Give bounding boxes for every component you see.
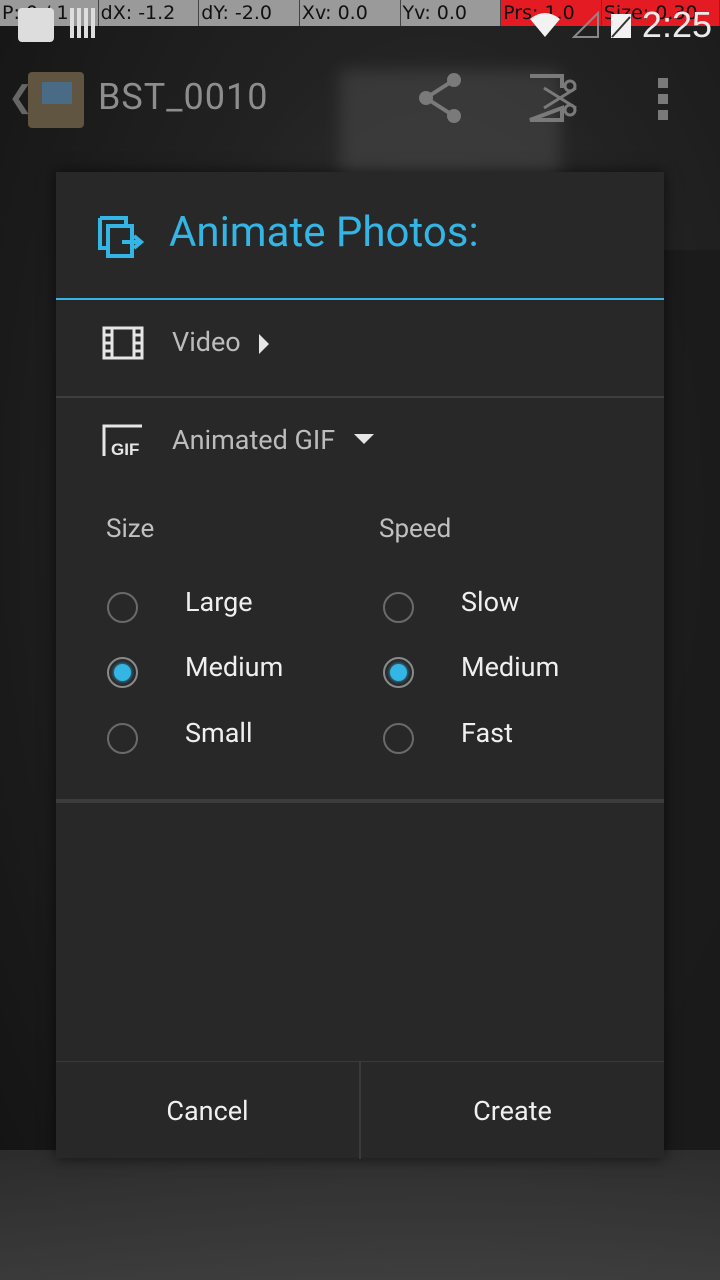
animated-gif-option[interactable]: GIF Animated GIF: [56, 398, 664, 488]
expand-right-icon: [259, 334, 269, 354]
notification-app-icon: [18, 8, 54, 42]
speed-option-label: Fast: [461, 717, 513, 749]
expand-down-icon: [354, 434, 374, 444]
video-label: Video: [172, 326, 241, 358]
animated-gif-label: Animated GIF: [172, 424, 336, 456]
size-option-label: Large: [185, 586, 253, 618]
wifi-icon: [529, 13, 560, 37]
status-time: 2:25: [641, 4, 712, 45]
svg-text:GIF: GIF: [111, 440, 139, 458]
dialog-title: Animate Photos:: [169, 208, 479, 257]
signal-icon: [571, 11, 599, 38]
cancel-button[interactable]: Cancel: [56, 1062, 359, 1159]
size-heading: Size: [106, 514, 155, 544]
status-bar-right: 2:25: [528, 2, 712, 48]
debug-xv: Xv: 0.0: [300, 0, 401, 26]
share-icon[interactable]: [416, 72, 464, 124]
speed-heading: Speed: [379, 514, 452, 544]
overflow-menu-icon[interactable]: [656, 76, 670, 122]
action-bar-title: BST_0010: [98, 76, 269, 118]
dialog-button-bar: Cancel Create: [56, 1061, 664, 1159]
size-option-label: Small: [185, 717, 253, 749]
notification-icons: [18, 8, 96, 42]
radio-button[interactable]: [107, 723, 138, 754]
trim-icon[interactable]: [526, 72, 580, 124]
dialog-header: Animate Photos:: [56, 172, 664, 300]
radio-button[interactable]: [107, 592, 138, 623]
app-logo-icon[interactable]: [28, 72, 84, 128]
radio-button[interactable]: [383, 723, 414, 754]
radio-button-selected[interactable]: [107, 657, 138, 688]
debug-dy: dY: -2.0: [199, 0, 300, 26]
action-bar: ❮ BST_0010: [0, 50, 720, 146]
create-button[interactable]: Create: [359, 1062, 664, 1159]
gif-icon: GIF: [102, 424, 142, 458]
radio-button[interactable]: [383, 592, 414, 623]
video-option[interactable]: Video: [56, 300, 664, 398]
film-icon: [102, 326, 144, 360]
animate-photos-dialog: Animate Photos: Video GIF Animated GIF S…: [56, 172, 664, 1159]
notification-bars-icon: [70, 8, 96, 38]
debug-dx: dX: -1.2: [99, 0, 200, 26]
debug-yv: Yv: 0.0: [401, 0, 502, 26]
speed-option-label: Slow: [461, 586, 520, 618]
animate-photos-icon: [98, 216, 144, 258]
dialog-empty-area: [56, 803, 664, 1061]
battery-icon: [610, 14, 631, 38]
speed-option-label: Medium: [461, 651, 560, 683]
size-option-label: Medium: [185, 651, 284, 683]
radio-button-selected[interactable]: [383, 657, 414, 688]
